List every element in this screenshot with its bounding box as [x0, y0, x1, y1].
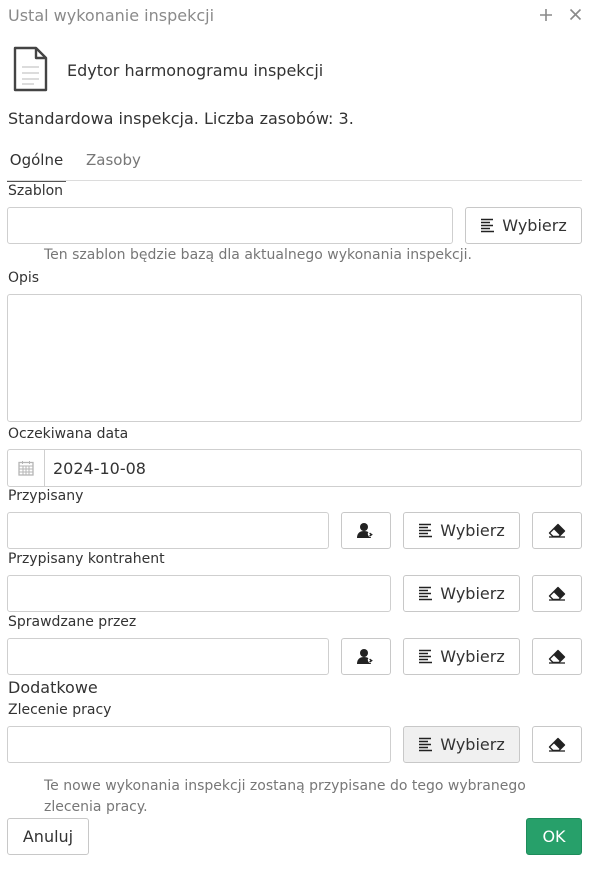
expected-date-value: 2024-10-08	[53, 459, 146, 478]
template-hint: Ten szablon będzie bazą dla aktualnego w…	[44, 247, 472, 263]
list-icon	[418, 523, 433, 538]
close-icon[interactable]	[569, 4, 582, 26]
tab-general[interactable]: Ogólne	[7, 151, 66, 182]
checked-by-label: Sprawdzane przez	[8, 614, 137, 630]
tabs-divider	[7, 180, 582, 181]
user-icon	[357, 522, 375, 539]
checked-by-select-button[interactable]: Wybierz	[403, 638, 520, 675]
work-order-input[interactable]	[7, 726, 391, 763]
window-title: Ustal wykonanie inspekcji	[8, 6, 215, 25]
template-select-button[interactable]: Wybierz	[465, 207, 582, 244]
eraser-icon	[548, 523, 566, 538]
assign-me-button[interactable]	[341, 512, 391, 549]
ok-button[interactable]: OK	[526, 818, 582, 855]
template-input[interactable]	[7, 207, 453, 244]
list-icon	[418, 649, 433, 664]
assigned-label: Przypisany	[8, 488, 84, 504]
assigned-input[interactable]	[7, 512, 329, 549]
contractor-select-button[interactable]: Wybierz	[403, 575, 520, 612]
eraser-icon	[548, 586, 566, 601]
work-order-label: Zlecenie pracy	[8, 702, 112, 718]
contractor-select-label: Wybierz	[440, 584, 505, 603]
work-order-select-button[interactable]: Wybierz	[403, 726, 520, 763]
user-icon	[357, 648, 375, 665]
assigned-select-label: Wybierz	[440, 521, 505, 540]
checked-by-select-label: Wybierz	[440, 647, 505, 666]
work-order-select-label: Wybierz	[440, 735, 505, 754]
assigned-select-button[interactable]: Wybierz	[403, 512, 520, 549]
contractor-input[interactable]	[7, 575, 391, 612]
description-textarea[interactable]	[7, 294, 582, 422]
assigned-clear-button[interactable]	[532, 512, 582, 549]
eraser-icon	[548, 649, 566, 664]
checked-by-input[interactable]	[7, 638, 329, 675]
contractor-clear-button[interactable]	[532, 575, 582, 612]
additional-section-heading: Dodatkowe	[8, 678, 98, 697]
cancel-button[interactable]: Anuluj	[7, 818, 89, 855]
eraser-icon	[548, 737, 566, 752]
description-label: Opis	[8, 270, 40, 286]
tab-resources[interactable]: Zasoby	[86, 151, 141, 169]
plus-icon[interactable]	[539, 4, 553, 26]
expected-date-label: Oczekiwana data	[8, 426, 129, 442]
contractor-label: Przypisany kontrahent	[8, 551, 165, 567]
list-icon	[418, 737, 433, 752]
info-text: Standardowa inspekcja. Liczba zasobów: 3…	[8, 109, 354, 128]
checked-by-me-button[interactable]	[341, 638, 391, 675]
list-icon	[418, 586, 433, 601]
checked-by-clear-button[interactable]	[532, 638, 582, 675]
dialog-subtitle: Edytor harmonogramu inspekcji	[67, 61, 324, 80]
calendar-icon[interactable]	[8, 450, 45, 486]
list-icon	[480, 218, 495, 233]
document-icon	[12, 46, 48, 92]
work-order-hint: Te nowe wykonania inspekcji zostaną przy…	[44, 778, 526, 815]
work-order-clear-button[interactable]	[532, 726, 582, 763]
template-select-label: Wybierz	[502, 216, 567, 235]
template-label: Szablon	[8, 183, 64, 199]
